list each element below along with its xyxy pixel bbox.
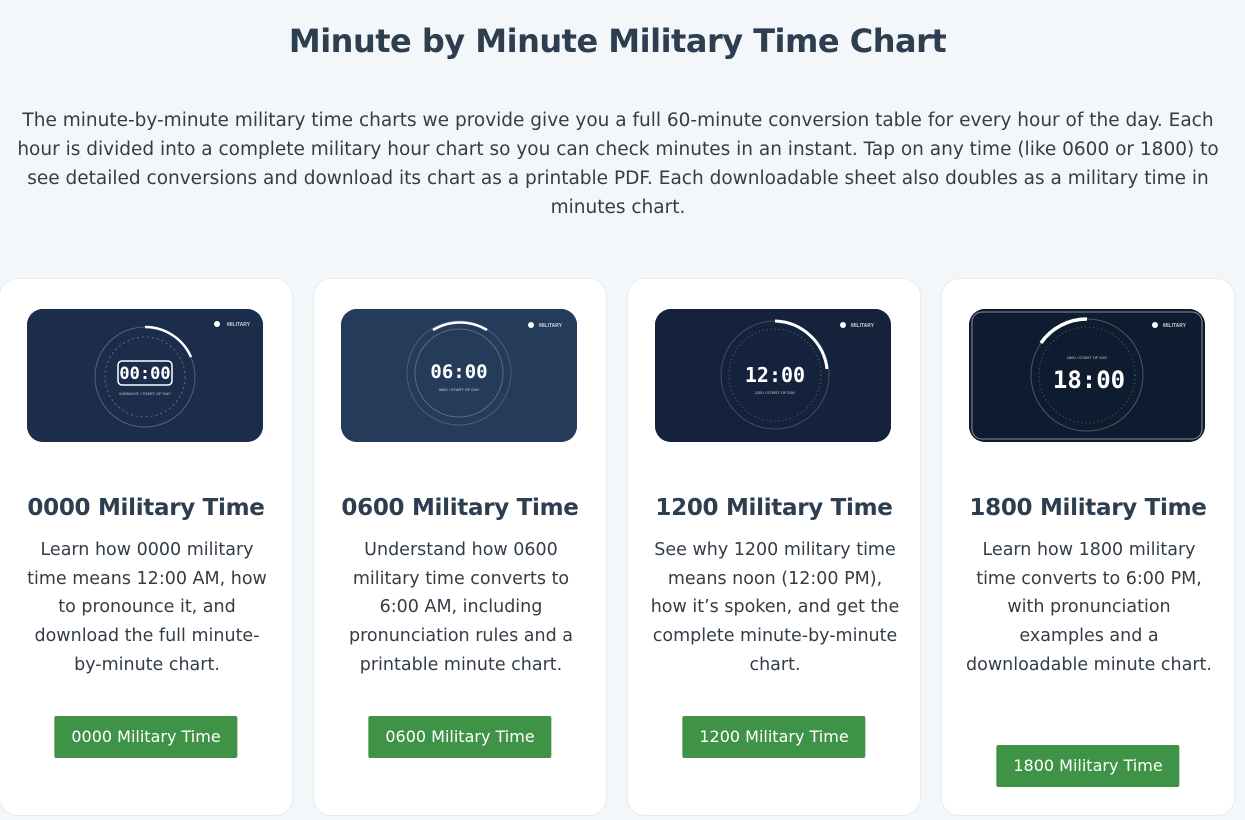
clock-illustration: 00:00 MIDNIGHT / START OF DAY MILITARY: [27, 309, 263, 442]
clock-thumbnail-0600[interactable]: 06:00 0600 / START OF DAY MILITARY: [341, 309, 577, 442]
brand-logo-icon: [840, 322, 846, 328]
card-description: Learn how 0000 military time means 12:00…: [27, 540, 267, 675]
clock-readout: 18:00: [1053, 366, 1125, 394]
clock-subtext: 1200 / START OF DAY: [755, 390, 796, 395]
card-0000: 00:00 MIDNIGHT / START OF DAY MILITARY 0…: [0, 278, 293, 816]
card-description: Understand how 0600 military time conver…: [349, 540, 573, 675]
clock-subtext: 1800 / START OF DAY: [1067, 355, 1108, 360]
card-description: Learn how 1800 military time converts to…: [966, 540, 1212, 675]
page-title: Minute by Minute Military Time Chart: [288, 22, 947, 60]
intro-paragraph: The minute-by-minute military time chart…: [17, 110, 1219, 218]
clock-illustration: 1800 / START OF DAY 18:00 MILITARY: [969, 309, 1205, 442]
brand-text: MILITARY: [539, 323, 563, 329]
card-description: See why 1200 military time means noon (1…: [650, 540, 900, 675]
clock-readout: 06:00: [430, 361, 487, 383]
card-title: 0600 Military Time: [341, 495, 579, 521]
card-title: 0000 Military Time: [27, 495, 265, 521]
clock-thumbnail-1800[interactable]: 1800 / START OF DAY 18:00 MILITARY: [969, 309, 1205, 442]
card-1200: 12:00 1200 / START OF DAY MILITARY 1200 …: [627, 278, 921, 816]
clock-readout: 12:00: [745, 363, 805, 387]
card-title: 1200 Military Time: [655, 495, 893, 521]
clock-subtext: 0600 / START OF DAY: [439, 387, 480, 392]
brand-logo-icon: [528, 322, 534, 328]
brand-text: MILITARY: [851, 323, 875, 329]
card-1800: 1800 / START OF DAY 18:00 MILITARY 1800 …: [941, 278, 1235, 816]
card-button-1200[interactable]: 1200 Military Time: [682, 716, 866, 758]
card-button-0000[interactable]: 0000 Military Time: [54, 716, 238, 758]
clock-illustration: 12:00 1200 / START OF DAY MILITARY: [655, 309, 891, 442]
brand-logo-icon: [1152, 322, 1158, 328]
clock-subtext: MIDNIGHT / START OF DAY: [119, 391, 171, 396]
brand-text: MILITARY: [227, 322, 251, 328]
clock-readout: 00:00: [119, 364, 170, 384]
card-button-1800[interactable]: 1800 Military Time: [996, 745, 1180, 787]
clock-thumbnail-1200[interactable]: 12:00 1200 / START OF DAY MILITARY: [655, 309, 891, 442]
brand-text: MILITARY: [1163, 323, 1187, 329]
card-0600: 06:00 0600 / START OF DAY MILITARY 0600 …: [313, 278, 607, 816]
card-button-0600[interactable]: 0600 Military Time: [368, 716, 552, 758]
brand-logo-icon: [214, 321, 220, 327]
clock-thumbnail-0000[interactable]: 00:00 MIDNIGHT / START OF DAY MILITARY: [27, 309, 263, 442]
card-title: 1800 Military Time: [969, 495, 1207, 521]
clock-illustration: 06:00 0600 / START OF DAY MILITARY: [341, 309, 577, 442]
